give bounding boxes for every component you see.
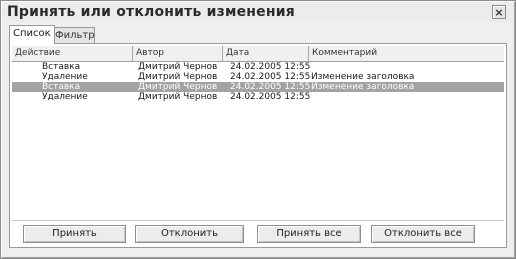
row-date: 24.02.2005 12:55 (230, 72, 311, 82)
reject-button[interactable]: Отклонить (135, 225, 244, 243)
changes-list: Вставка Дмитрий Чернов 24.02.2005 12:55 … (12, 62, 504, 102)
column-header-author[interactable]: Автор (133, 46, 223, 61)
column-header-comment[interactable]: Комментарий (309, 46, 504, 61)
changes-panel: Действие Автор Дата Комментарий Вставка … (9, 43, 507, 248)
row-action: Удаление (42, 72, 88, 82)
accept-all-button[interactable]: Принять все (257, 225, 361, 243)
row-author: Дмитрий Чернов (138, 92, 218, 102)
row-comment: Изменение заголовка (311, 82, 415, 92)
reject-all-button[interactable]: Отклонить все (371, 225, 475, 243)
row-comment: Изменение заголовка (311, 72, 415, 82)
table-row[interactable]: Удаление Дмитрий Чернов 24.02.2005 12:55… (12, 72, 504, 82)
row-action: Вставка (42, 62, 81, 72)
row-date: 24.02.2005 12:55 (230, 62, 311, 72)
row-action: Удаление (42, 92, 88, 102)
table-row-selected[interactable]: Вставка Дмитрий Чернов 24.02.2005 12:55 … (12, 82, 504, 92)
accept-button[interactable]: Принять (23, 225, 126, 243)
tab-list[interactable]: Список (9, 25, 55, 44)
close-icon[interactable]: × (492, 5, 506, 19)
accept-reject-changes-dialog: Принять или отклонить изменения × Фильтр… (0, 0, 516, 259)
button-bar: Принять Отклонить Принять все Отклонить … (12, 220, 504, 246)
title-bar[interactable]: Принять или отклонить изменения × (2, 2, 514, 22)
column-header-date[interactable]: Дата (223, 46, 309, 61)
dialog-title: Принять или отклонить изменения (7, 4, 295, 20)
row-author: Дмитрий Чернов (138, 72, 218, 82)
grid-header: Действие Автор Дата Комментарий (12, 46, 504, 62)
table-row[interactable]: Удаление Дмитрий Чернов 24.02.2005 12:55 (12, 92, 504, 102)
row-action: Вставка (42, 82, 81, 92)
row-author: Дмитрий Чернов (138, 62, 218, 72)
table-row[interactable]: Вставка Дмитрий Чернов 24.02.2005 12:55 (12, 62, 504, 72)
row-date: 24.02.2005 12:55 (230, 82, 311, 92)
column-header-action[interactable]: Действие (12, 46, 133, 61)
tab-filter[interactable]: Фильтр (51, 27, 95, 44)
row-author: Дмитрий Чернов (138, 82, 218, 92)
row-date: 24.02.2005 12:55 (230, 92, 311, 102)
